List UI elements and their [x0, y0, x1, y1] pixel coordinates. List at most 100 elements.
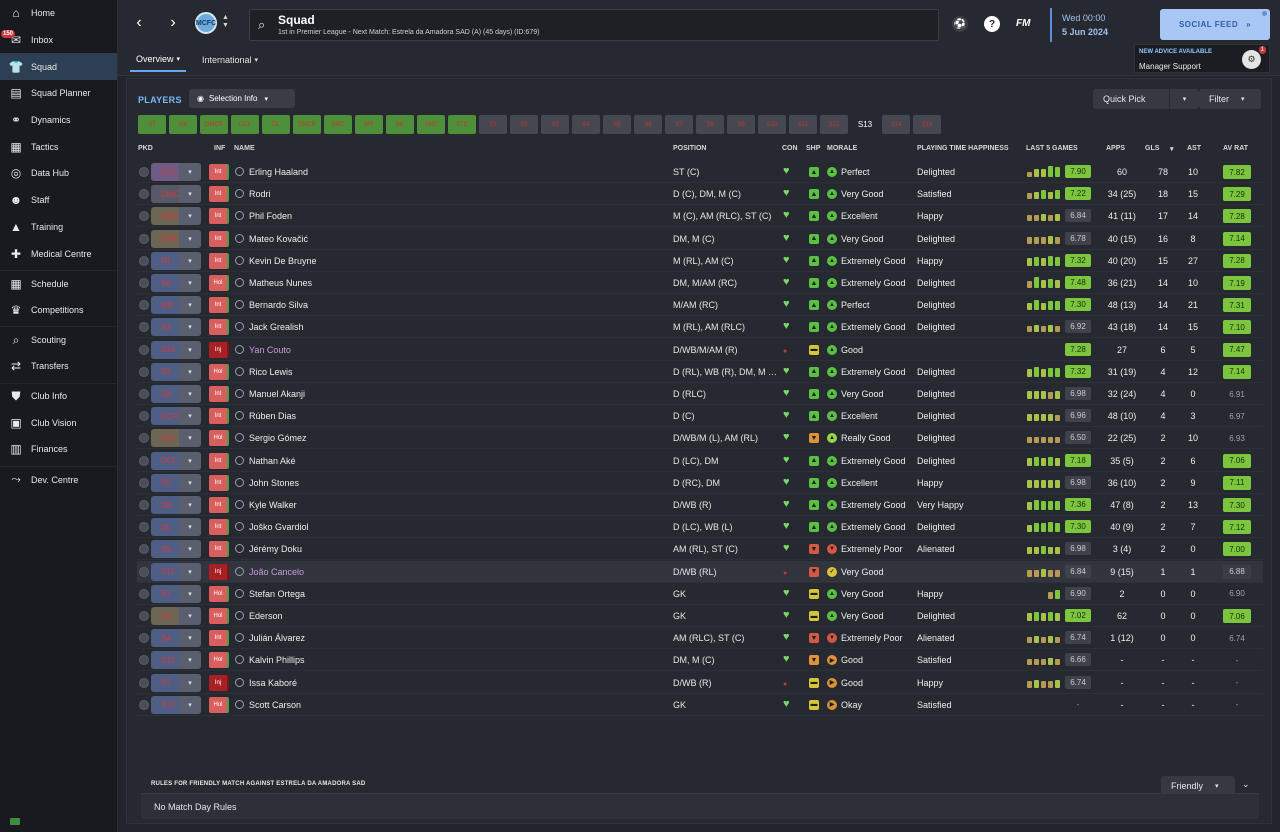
table-row[interactable]: ML ▾ Int Kevin De Bruyne M (RL), AM (C) ♥ ▲ ▲ Ex… [137, 250, 1263, 272]
table-row[interactable]: S14 ▾ Inj Yan Couto D/WB/M/AM (R) ● ▬ ▲ Good 7.28… [137, 339, 1263, 361]
pick-toggle[interactable] [139, 189, 149, 200]
col-position[interactable]: POSITION [673, 145, 706, 152]
sidebar-item-squad-planner[interactable]: ▤ Squad Planner [0, 80, 117, 107]
table-row[interactable]: DMCR ▾ Int Mateo Kovačić DM, M (C) ♥ ▲ ▲ Very Go… [137, 228, 1263, 250]
position-assignment-dropdown[interactable]: S7 ▾ [151, 673, 201, 692]
game-date[interactable]: Wed 00:00 5 Jun 2024 [1050, 8, 1130, 42]
position-assignment-dropdown[interactable]: S4 ▾ [151, 629, 201, 648]
player-name[interactable]: Ederson [249, 611, 283, 621]
status-indicator-icon[interactable] [10, 818, 20, 825]
sidebar-item-data-hub[interactable]: ◎ Data Hub [0, 160, 117, 187]
col-ast[interactable]: AST [1187, 145, 1201, 152]
player-name[interactable]: Kyle Walker [249, 500, 297, 510]
tab-international[interactable]: International ▾ [196, 48, 264, 72]
col-inf[interactable]: INF [214, 145, 225, 152]
selection-chip-ml[interactable]: ML [386, 115, 414, 134]
selection-chip-dmcr[interactable]: DMCR [293, 115, 321, 134]
position-assignment-dropdown[interactable]: S15 ▾ [151, 429, 201, 448]
pick-toggle[interactable] [139, 366, 149, 377]
sidebar-item-medical-centre[interactable]: ✚ Medical Centre [0, 240, 117, 267]
player-name[interactable]: Kalvin Phillips [249, 655, 305, 665]
player-name[interactable]: Phil Foden [249, 211, 292, 221]
selection-chip-s1[interactable]: S1 [479, 115, 507, 134]
position-assignment-dropdown[interactable]: DCL ▾ [151, 451, 201, 470]
table-row[interactable]: AMC ▾ Int Phil Foden M (C), AM (RLC), ST (C)… [137, 205, 1263, 228]
position-assignment-dropdown[interactable]: MR ▾ [151, 296, 201, 315]
position-assignment-dropdown[interactable]: S8 ▾ [151, 385, 201, 403]
position-assignment-dropdown[interactable]: S10 ▾ [151, 695, 201, 714]
table-row[interactable]: STC ▾ Int Erling Haaland ST (C) ♥ ▲ ▲ Perfect Del… [137, 161, 1263, 183]
selection-chip-s2[interactable]: S2 [510, 115, 538, 134]
position-assignment-dropdown[interactable]: GK ▾ [151, 607, 201, 625]
sidebar-item-club-info[interactable]: ⛊ Club Info [0, 382, 117, 410]
sidebar-item-staff[interactable]: ☻ Staff [0, 187, 117, 214]
table-row[interactable]: DCL ▾ Int Nathan Aké D (LC), DM ♥ ▲ ▲ Extremely … [137, 450, 1263, 472]
position-assignment-dropdown[interactable]: S6 ▾ [151, 274, 201, 292]
sidebar-item-tactics[interactable]: ▦ Tactics [0, 133, 117, 160]
player-name[interactable]: Matheus Nunes [249, 278, 312, 288]
pick-toggle[interactable] [139, 233, 149, 244]
selection-chip-amc[interactable]: AMC [324, 115, 352, 134]
table-row[interactable]: S7 ▾ Inj Issa Kaboré D/WB (R) ● ▬ ▶ Good Happy 6.7… [137, 672, 1263, 694]
position-assignment-dropdown[interactable]: AMC ▾ [151, 207, 201, 226]
player-name[interactable]: João Cancelo [249, 567, 304, 577]
sidebar-item-training[interactable]: ▲ Training [0, 214, 117, 241]
back-arrow-icon[interactable]: ‹ [130, 10, 148, 36]
col-gls[interactable]: GLS [1145, 145, 1159, 152]
selection-info-dropdown[interactable]: ◉ Selection Info ▾ [189, 89, 295, 108]
position-assignment-dropdown[interactable]: DL ▾ [151, 518, 201, 537]
col-shp[interactable]: SHP [806, 145, 820, 152]
club-switch-chevrons-icon[interactable]: ▲ ▼ [222, 14, 229, 30]
position-assignment-dropdown[interactable]: DR ▾ [151, 496, 201, 514]
pick-toggle[interactable] [139, 211, 149, 222]
player-name[interactable]: John Stones [249, 478, 299, 488]
sidebar-item-home[interactable]: ⌂ Home [0, 0, 117, 27]
table-row[interactable]: S8 ▾ Int Manuel Akanji D (RLC) ♥ ▲ ▲ Very Good De… [137, 383, 1263, 405]
player-name[interactable]: Bernardo Silva [249, 300, 308, 310]
position-assignment-dropdown[interactable]: S14 ▾ [151, 340, 201, 359]
position-assignment-dropdown[interactable]: S5 ▾ [151, 473, 201, 492]
sidebar-item-competitions[interactable]: ♛ Competitions [0, 297, 117, 324]
col-playing-time-happiness[interactable]: PLAYING TIME HAPPINESS [917, 145, 1009, 152]
quick-pick-dropdown[interactable]: Quick Pick ▾ [1093, 89, 1199, 109]
pick-toggle[interactable] [139, 300, 149, 311]
col-apps[interactable]: APPS [1106, 145, 1125, 152]
player-name[interactable]: Nathan Aké [249, 456, 296, 466]
table-row[interactable]: DMCL ▾ Int Rodri D (C), DM, M (C) ♥ ▲ ▲ Very Goo… [137, 183, 1263, 206]
player-name[interactable]: Rodri [249, 189, 271, 199]
player-name[interactable]: Issa Kaboré [249, 678, 297, 688]
sidebar-item-schedule[interactable]: ▦ Schedule [0, 269, 117, 297]
pick-toggle[interactable] [139, 655, 149, 666]
player-name[interactable]: Manuel Akanji [249, 389, 305, 399]
table-row[interactable]: DR ▾ Int Kyle Walker D/WB (R) ♥ ▲ ▲ Extremely Go… [137, 494, 1263, 516]
table-row[interactable]: S9 ▾ Int Jérémy Doku AM (RL), ST (C) ♥ ▼ ▼ Extre… [137, 538, 1263, 561]
pick-toggle[interactable] [139, 500, 149, 510]
table-row[interactable]: S4 ▾ Int Julián Álvarez AM (RLC), ST (C) ♥ ▼ ▼ E… [137, 627, 1263, 650]
forward-arrow-icon[interactable]: › [164, 10, 182, 36]
help-icon[interactable]: ? [984, 16, 1000, 32]
pick-toggle[interactable] [139, 699, 149, 710]
filter-dropdown[interactable]: Filter ▾ [1199, 89, 1261, 109]
sidebar-item-dynamics[interactable]: ⚭ Dynamics [0, 107, 117, 134]
pick-toggle[interactable] [139, 411, 149, 422]
club-crest-icon[interactable]: MCFC [195, 12, 217, 34]
col-av-rat[interactable]: AV RAT [1223, 145, 1248, 152]
player-name[interactable]: Sergio Gómez [249, 433, 307, 443]
position-assignment-dropdown[interactable]: DCR ▾ [151, 407, 201, 426]
player-name[interactable]: Rúben Dias [249, 411, 296, 421]
selection-chip-s10[interactable]: S10 [758, 115, 786, 134]
table-row[interactable]: GK ▾ Hol Ederson GK ♥ ▬ ▲ Very Good Delighted 7.02… [137, 605, 1263, 627]
position-assignment-dropdown[interactable]: S11 ▾ [151, 562, 201, 581]
position-assignment-dropdown[interactable]: ML ▾ [151, 251, 201, 270]
selection-chip-s7[interactable]: S7 [665, 115, 693, 134]
col-morale[interactable]: MORALE [827, 145, 857, 152]
pick-toggle[interactable] [139, 344, 149, 355]
pick-toggle[interactable] [139, 477, 149, 488]
advice-notification[interactable]: NEW ADVICE AVAILABLE Manager Support ⚙ 1 [1134, 44, 1270, 73]
collapse-chevron-icon[interactable]: ⌄ [1242, 779, 1250, 790]
player-name[interactable]: Erling Haaland [249, 167, 308, 177]
player-name[interactable]: Joško Gvardiol [249, 522, 309, 532]
pick-toggle[interactable] [139, 455, 149, 466]
position-assignment-dropdown[interactable]: STC ▾ [151, 163, 201, 181]
pick-toggle[interactable] [139, 322, 149, 333]
